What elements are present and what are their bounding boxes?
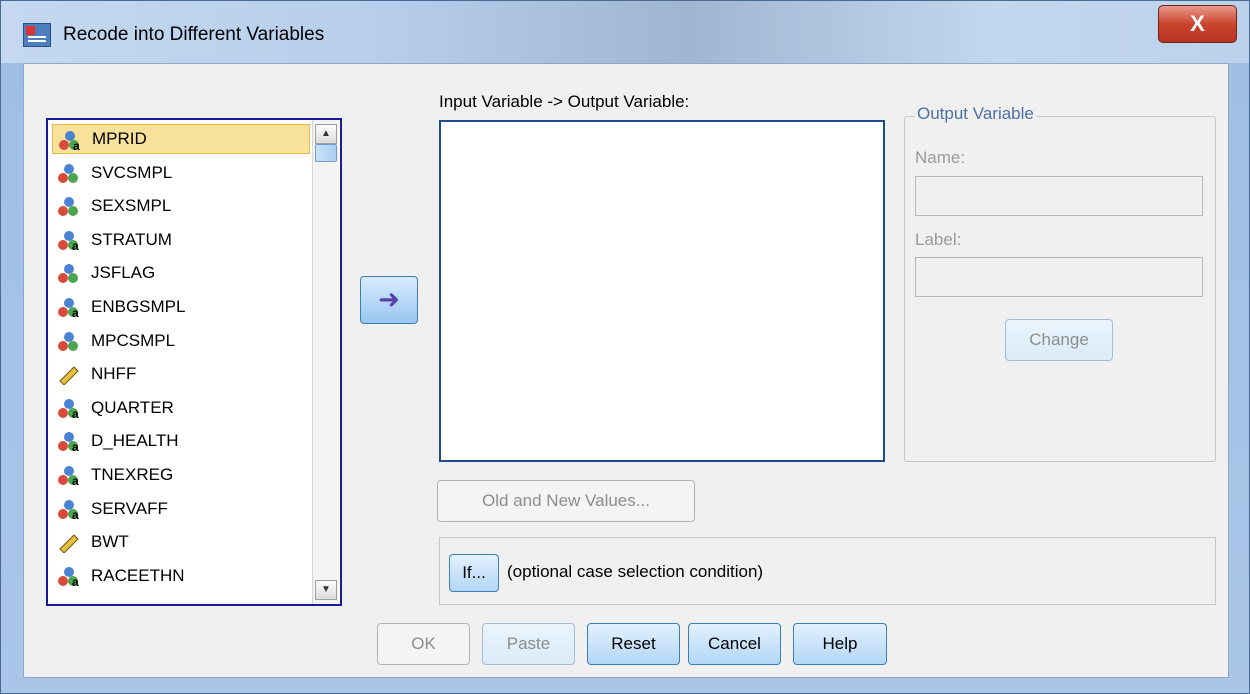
variable-item[interactable]: BWT [52, 527, 310, 557]
scroll-up-arrow-icon[interactable]: ▲ [315, 124, 337, 144]
paste-button[interactable]: Paste [482, 623, 575, 665]
variable-item[interactable]: a MPRID [52, 124, 310, 154]
if-button[interactable]: If... [449, 554, 499, 592]
variable-name: QUARTER [91, 397, 174, 417]
variable-name: D_HEALTH [91, 431, 179, 451]
dialog-body: a MPRID SVCSMPL SEXSMPL a STRATUM JSFLAG a ENBGS… [23, 63, 1229, 678]
variable-name: RACEETHN [91, 565, 185, 585]
variable-item[interactable]: a SERVAFF [52, 494, 310, 524]
variable-item[interactable]: SVCSMPL [52, 158, 310, 188]
nominal-string-variable-icon: a [59, 131, 80, 151]
svg-text:a: a [72, 575, 79, 587]
nominal-variable-icon [58, 197, 78, 217]
variable-item[interactable]: a ENBGSMPL [52, 292, 310, 322]
variable-item[interactable]: a QUARTER [52, 393, 310, 423]
nominal-variable-icon [58, 264, 78, 284]
variable-item[interactable]: SEXSMPL [52, 191, 310, 221]
output-label-label: Label: [915, 230, 962, 249]
variable-name: SERVAFF [91, 498, 168, 518]
nominal-string-variable-icon: a [58, 566, 79, 587]
scale-ruler-icon [59, 534, 79, 554]
close-button[interactable]: X [1158, 5, 1237, 43]
variable-item[interactable]: NHFF [52, 359, 310, 389]
variable-name: ENBGSMPL [91, 297, 186, 316]
nominal-string-variable-icon: a [58, 466, 79, 486]
variable-item[interactable]: a RACEETHN [52, 561, 310, 591]
variable-name: NHFF [91, 364, 137, 384]
output-label-field[interactable] [915, 257, 1203, 297]
dialog-window: Recode into Different Variables X a MPRID… [0, 0, 1250, 694]
mapping-label: Input Variable -> Output Variable: [439, 92, 690, 111]
cancel-button[interactable]: Cancel [688, 623, 781, 665]
variable-name: BWT [91, 532, 129, 552]
scale-ruler-icon [59, 366, 79, 386]
output-variable-title: Output Variable [915, 104, 1036, 124]
variable-name: JSFLAG [91, 263, 156, 283]
variable-item[interactable]: JSFLAG [52, 258, 310, 288]
variable-list-scrollbar[interactable]: ▲ ▼ [312, 120, 339, 604]
arrow-right-icon: ➜ [378, 284, 400, 314]
recode-dialog-icon [23, 23, 51, 47]
nominal-string-variable-icon: a [58, 398, 79, 419]
variable-item[interactable]: a TNEXREG [52, 460, 310, 490]
nominal-string-variable-icon: a [58, 499, 79, 520]
output-name-field[interactable] [915, 176, 1203, 216]
variable-item[interactable]: a STRATUM [52, 225, 310, 255]
reset-button[interactable]: Reset [587, 623, 680, 665]
scroll-thumb[interactable] [315, 144, 337, 162]
nominal-variable-icon [58, 163, 78, 183]
ok-button[interactable]: OK [377, 623, 470, 665]
nominal-string-variable-icon: a [58, 230, 79, 251]
title-bar[interactable]: Recode into Different Variables X [1, 1, 1249, 63]
svg-text:a: a [72, 306, 79, 318]
nominal-variable-icon [58, 331, 78, 351]
svg-text:a: a [72, 508, 79, 520]
variable-item[interactable]: a D_HEALTH [52, 426, 310, 456]
variable-name: SVCSMPL [91, 162, 173, 182]
help-button[interactable]: Help [793, 623, 887, 665]
svg-text:a: a [72, 407, 79, 419]
window-title: Recode into Different Variables [63, 24, 325, 45]
old-and-new-values-button[interactable]: Old and New Values... [437, 480, 695, 522]
variable-item[interactable]: MPCSMPL [52, 326, 310, 356]
nominal-string-variable-icon: a [58, 298, 79, 318]
svg-text:a: a [73, 139, 80, 151]
svg-text:a: a [72, 440, 79, 452]
nominal-string-variable-icon: a [58, 432, 79, 452]
output-name-label: Name: [915, 148, 966, 167]
source-variable-list[interactable]: a MPRID SVCSMPL SEXSMPL a STRATUM JSFLAG a ENBGS… [46, 118, 342, 606]
mapping-list[interactable] [439, 120, 885, 462]
if-condition-text: (optional case selection condition) [507, 562, 764, 581]
change-button[interactable]: Change [1005, 319, 1113, 361]
scroll-down-arrow-icon[interactable]: ▼ [315, 580, 337, 600]
variable-name: STRATUM [91, 229, 172, 249]
svg-text:a: a [72, 239, 79, 251]
variable-name: SEXSMPL [91, 196, 172, 216]
move-variable-button[interactable]: ➜ [360, 276, 418, 324]
svg-text:a: a [72, 474, 79, 486]
variable-name: TNEXREG [91, 465, 174, 484]
variable-name: MPRID [92, 129, 147, 148]
variable-name: MPCSMPL [91, 330, 176, 350]
